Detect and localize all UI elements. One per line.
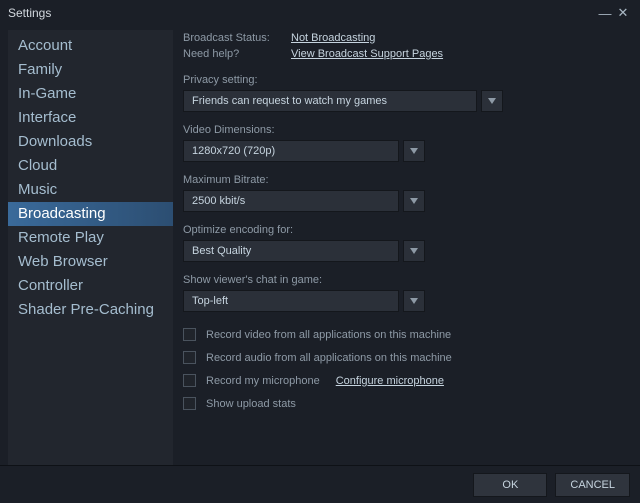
encoding-dropdown-toggle[interactable] [403,240,425,262]
sidebar-item-in-game[interactable]: In-Game [8,82,173,106]
chat-value[interactable]: Top-left [183,290,399,312]
chevron-down-icon [410,248,418,254]
sidebar-item-downloads[interactable]: Downloads [8,130,173,154]
ok-button[interactable]: OK [473,473,547,497]
privacy-dropdown[interactable]: Friends can request to watch my games [183,90,503,112]
sidebar-item-shader-pre-caching[interactable]: Shader Pre-Caching [8,298,173,322]
upload-stats-label: Show upload stats [206,398,296,410]
sidebar-item-remote-play[interactable]: Remote Play [8,226,173,250]
sidebar-item-label: Controller [18,277,83,294]
dimensions-dropdown[interactable]: 1280x720 (720p) [183,140,425,162]
upload-stats-checkbox[interactable] [183,397,196,410]
record-video-checkbox[interactable] [183,328,196,341]
chevron-down-icon [410,198,418,204]
close-button[interactable]: ✕ [614,5,632,21]
record-audio-label: Record audio from all applications on th… [206,352,452,364]
bitrate-value[interactable]: 2500 kbit/s [183,190,399,212]
dimensions-label: Video Dimensions: [183,124,628,136]
privacy-dropdown-toggle[interactable] [481,90,503,112]
sidebar-item-label: Remote Play [18,229,104,246]
sidebar-item-cloud[interactable]: Cloud [8,154,173,178]
sidebar-item-label: Broadcasting [18,205,106,222]
encoding-label: Optimize encoding for: [183,224,628,236]
privacy-value[interactable]: Friends can request to watch my games [183,90,477,112]
privacy-label: Privacy setting: [183,74,628,86]
sidebar-item-music[interactable]: Music [8,178,173,202]
upload-stats-row: Show upload stats [183,397,628,410]
sidebar-item-label: Music [18,181,57,198]
help-link[interactable]: View Broadcast Support Pages [291,48,443,60]
help-row: Need help? View Broadcast Support Pages [183,46,628,62]
sidebar-item-label: In-Game [18,85,76,102]
broadcast-status-link[interactable]: Not Broadcasting [291,32,375,44]
encoding-value[interactable]: Best Quality [183,240,399,262]
record-audio-checkbox[interactable] [183,351,196,364]
chevron-down-icon [410,298,418,304]
minimize-button[interactable]: — [596,6,614,21]
record-mic-checkbox[interactable] [183,374,196,387]
sidebar-item-controller[interactable]: Controller [8,274,173,298]
record-mic-label: Record my microphone [206,375,320,387]
footer: OK CANCEL [0,465,640,503]
sidebar-item-label: Downloads [18,133,92,150]
body: Account Family In-Game Interface Downloa… [0,26,640,465]
titlebar: Settings — ✕ [0,0,640,26]
chat-label: Show viewer's chat in game: [183,274,628,286]
chat-dropdown[interactable]: Top-left [183,290,425,312]
sidebar-item-web-browser[interactable]: Web Browser [8,250,173,274]
dimensions-value[interactable]: 1280x720 (720p) [183,140,399,162]
sidebar-item-interface[interactable]: Interface [8,106,173,130]
sidebar-item-family[interactable]: Family [8,58,173,82]
settings-window: Settings — ✕ Account Family In-Game Inte… [0,0,640,503]
broadcast-status-row: Broadcast Status: Not Broadcasting [183,30,628,46]
bitrate-dropdown[interactable]: 2500 kbit/s [183,190,425,212]
cancel-button[interactable]: CANCEL [555,473,630,497]
record-audio-row: Record audio from all applications on th… [183,351,628,364]
bitrate-label: Maximum Bitrate: [183,174,628,186]
sidebar-item-label: Interface [18,109,76,126]
help-label: Need help? [183,48,277,60]
dimensions-dropdown-toggle[interactable] [403,140,425,162]
record-video-row: Record video from all applications on th… [183,328,628,341]
sidebar-item-label: Web Browser [18,253,108,270]
sidebar-item-label: Family [18,61,62,78]
sidebar-item-broadcasting[interactable]: Broadcasting [8,202,173,226]
broadcast-status-label: Broadcast Status: [183,32,277,44]
sidebar-item-account[interactable]: Account [8,34,173,58]
bitrate-dropdown-toggle[interactable] [403,190,425,212]
sidebar: Account Family In-Game Interface Downloa… [8,30,173,465]
main-panel: Broadcast Status: Not Broadcasting Need … [181,30,632,465]
window-title: Settings [8,6,596,20]
encoding-dropdown[interactable]: Best Quality [183,240,425,262]
configure-mic-link[interactable]: Configure microphone [336,375,444,387]
sidebar-item-label: Shader Pre-Caching [18,301,154,318]
sidebar-item-label: Account [18,37,72,54]
chat-dropdown-toggle[interactable] [403,290,425,312]
chevron-down-icon [410,148,418,154]
record-video-label: Record video from all applications on th… [206,329,451,341]
sidebar-item-label: Cloud [18,157,57,174]
chevron-down-icon [488,98,496,104]
record-mic-row: Record my microphone Configure microphon… [183,374,628,387]
